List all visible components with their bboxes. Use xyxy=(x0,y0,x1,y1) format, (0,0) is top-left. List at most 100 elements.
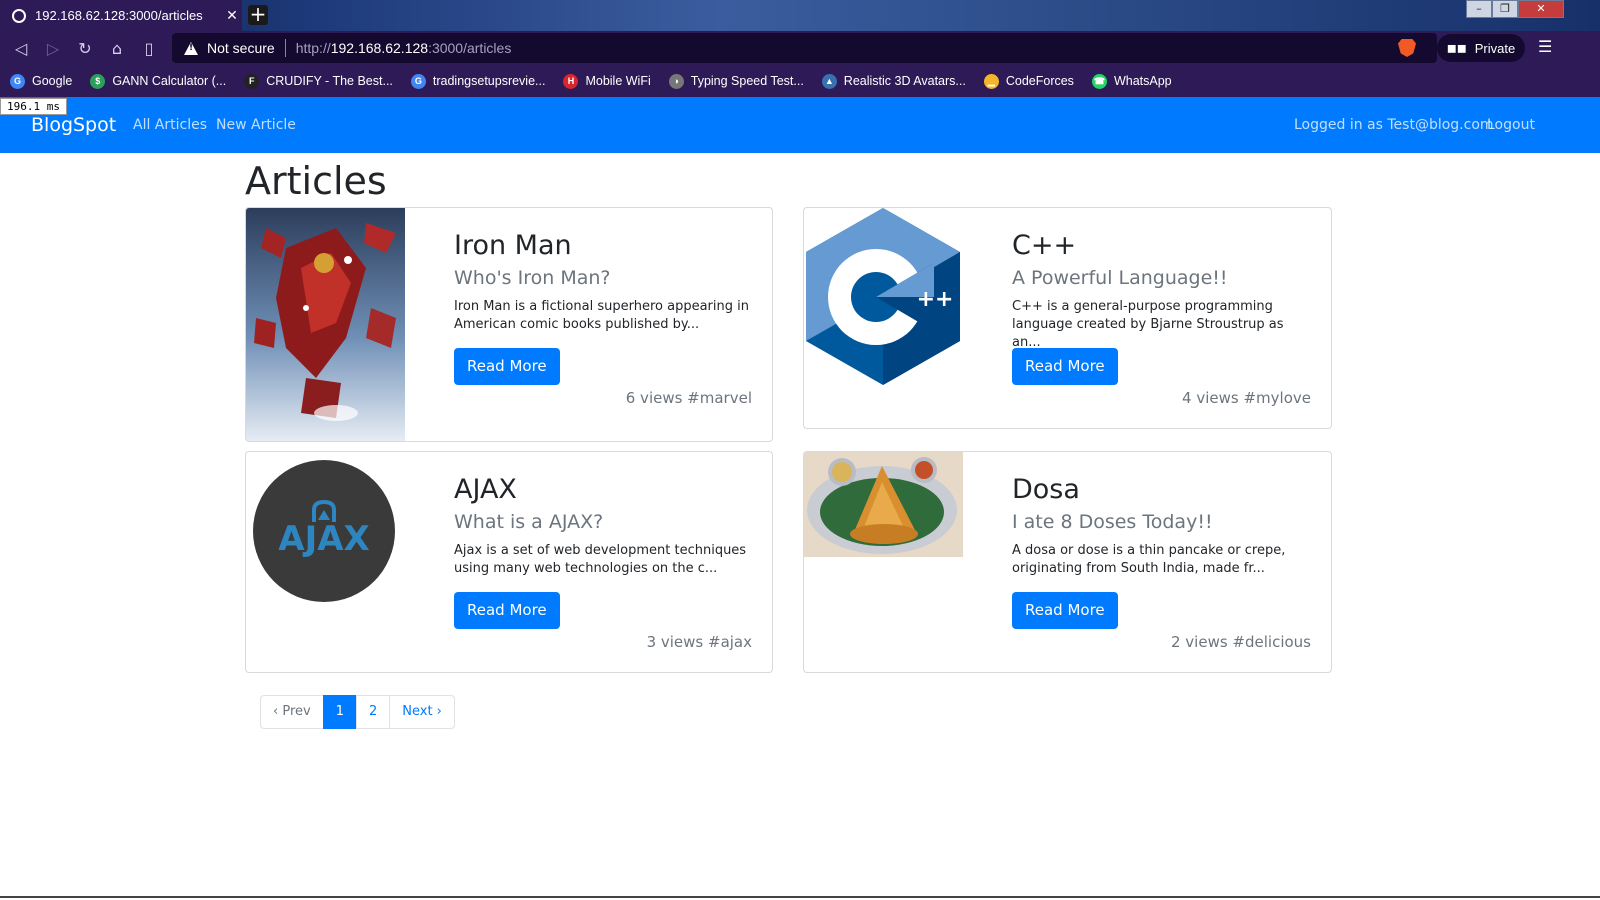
card-title: Dosa xyxy=(1012,474,1080,505)
globe-icon xyxy=(12,8,26,23)
restore-icon[interactable]: ❐ xyxy=(1492,0,1518,18)
hamburger-menu-icon[interactable]: ☰ xyxy=(1538,37,1552,56)
bookmark-item[interactable]: ☎ WhatsApp xyxy=(1091,73,1172,89)
url-text[interactable]: http://192.168.62.128:3000/articles xyxy=(296,40,512,56)
bookmark-favicon-icon: ☎ xyxy=(1091,73,1107,89)
new-tab-button[interactable]: + xyxy=(248,4,268,25)
pagination: ‹ Prev 1 2 Next › xyxy=(260,695,455,729)
card-body: C++ A Powerful Language!! C++ is a gener… xyxy=(1012,230,1311,385)
pagination-page-1[interactable]: 1 xyxy=(322,695,357,729)
article-card: Dosa I ate 8 Doses Today!! A dosa or dos… xyxy=(803,451,1332,673)
read-more-button[interactable]: Read More xyxy=(1012,592,1118,629)
bookmark-label: tradingsetupsrevie... xyxy=(432,74,546,88)
bookmark-item[interactable]: ▁ CodeForces xyxy=(983,73,1074,89)
pagination-next[interactable]: Next › xyxy=(389,695,455,729)
bookmark-favicon-icon: ◑ xyxy=(668,73,684,89)
read-more-button[interactable]: Read More xyxy=(454,348,560,385)
window-controls: – ❐ ✕ xyxy=(1466,0,1564,18)
perf-timing-badge: 196.1 ms xyxy=(0,98,67,115)
article-card: Iron Man Who's Iron Man? Iron Man is a f… xyxy=(245,207,773,442)
forward-icon[interactable]: ▷ xyxy=(37,32,69,64)
bookmark-item[interactable]: F CRUDIFY - The Best... xyxy=(244,73,393,89)
logged-in-user: Logged in as Test@blog.com xyxy=(1294,117,1494,133)
pagination-prev[interactable]: ‹ Prev xyxy=(260,695,324,729)
card-views-tag: 2 views #delicious xyxy=(1170,633,1311,651)
card-subtitle: A Powerful Language!! xyxy=(1012,267,1228,289)
window-close-icon[interactable]: ✕ xyxy=(1518,0,1564,18)
card-views-tag: 3 views #ajax xyxy=(646,633,752,651)
home-icon[interactable]: ⌂ xyxy=(101,32,133,64)
bookmark-label: CRUDIFY - The Best... xyxy=(266,74,393,88)
bookmark-label: Mobile WiFi xyxy=(585,74,651,88)
read-more-button[interactable]: Read More xyxy=(454,592,560,629)
minimize-icon[interactable]: – xyxy=(1466,0,1492,18)
private-label: Private xyxy=(1474,40,1516,56)
article-card: AJAX AJAX What is a AJAX? Ajax is a set … xyxy=(245,451,773,673)
bookmark-label: Typing Speed Test... xyxy=(690,74,804,88)
card-body: Dosa I ate 8 Doses Today!! A dosa or dos… xyxy=(1012,474,1311,629)
logout-link[interactable]: Logout xyxy=(1487,117,1535,133)
iron-man-image xyxy=(246,208,405,441)
bookmark-favicon-icon: $ xyxy=(90,73,106,89)
back-icon[interactable]: ◁ xyxy=(5,32,37,64)
bookmark-favicon-icon: ▲ xyxy=(821,73,837,89)
card-excerpt: C++ is a general-purpose programming lan… xyxy=(1012,299,1284,350)
bookmark-favicon-icon: ▁ xyxy=(983,73,999,89)
private-window-button[interactable]: ◼◼ Private xyxy=(1437,34,1525,62)
reload-icon[interactable]: ↻ xyxy=(69,32,101,64)
article-card: ++ C++ A Powerful Language!! C++ is a ge… xyxy=(803,207,1332,429)
nav-all-articles[interactable]: All Articles xyxy=(133,117,207,133)
bookmark-item[interactable]: H Mobile WiFi xyxy=(563,73,651,89)
read-more-button[interactable]: Read More xyxy=(1012,348,1118,385)
card-body: AJAX What is a AJAX? Ajax is a set of we… xyxy=(454,474,752,629)
browser-tab[interactable]: 192.168.62.128:3000/articles ✕ xyxy=(0,0,242,31)
window-bottom-border xyxy=(0,896,1600,898)
not-secure-label[interactable]: Not secure xyxy=(207,40,275,56)
bookmark-label: Realistic 3D Avatars... xyxy=(843,74,966,88)
ajax-logo-text: AJAX xyxy=(278,519,370,559)
cpp-logo-plus-text: ++ xyxy=(917,287,954,312)
bookmark-icon[interactable]: ▯ xyxy=(133,32,165,64)
card-body: Iron Man Who's Iron Man? Iron Man is a f… xyxy=(454,230,752,385)
card-subtitle: Who's Iron Man? xyxy=(454,267,611,289)
bookmark-item[interactable]: $ GANN Calculator (... xyxy=(90,73,227,89)
bookmark-label: WhatsApp xyxy=(1113,74,1172,88)
card-excerpt: A dosa or dose is a thin pancake or crep… xyxy=(1012,543,1286,576)
cpp-logo: ++ xyxy=(804,208,963,386)
bookmark-item[interactable]: ◑ Typing Speed Test... xyxy=(668,73,804,89)
card-views-tag: 4 views #mylove xyxy=(1182,389,1311,407)
browser-titlebar: 192.168.62.128:3000/articles ✕ + – ❐ ✕ xyxy=(0,0,1600,31)
bookmark-favicon-icon: G xyxy=(410,73,426,89)
private-glasses-icon: ◼◼ xyxy=(1446,41,1467,55)
bookmark-label: CodeForces xyxy=(1005,74,1074,88)
bookmark-item[interactable]: G Google xyxy=(10,73,73,89)
card-subtitle: I ate 8 Doses Today!! xyxy=(1012,511,1213,533)
ajax-logo: AJAX xyxy=(246,452,405,672)
address-bar[interactable]: Not secure http://192.168.62.128:3000/ar… xyxy=(172,33,1437,63)
bookmark-favicon-icon: G xyxy=(10,73,25,89)
bookmark-item[interactable]: Gtradingsetupsrevie... xyxy=(410,73,546,89)
nav-new-article[interactable]: New Article xyxy=(216,117,296,133)
close-tab-icon[interactable]: ✕ xyxy=(222,8,242,24)
bookmark-item[interactable]: ▲ Realistic 3D Avatars... xyxy=(821,73,966,89)
card-subtitle: What is a AJAX? xyxy=(454,511,604,533)
card-title: C++ xyxy=(1012,230,1077,261)
dosa-image xyxy=(804,452,963,557)
bookmark-label: Google xyxy=(32,74,73,88)
card-excerpt: Iron Man is a fictional superhero appear… xyxy=(454,299,749,332)
app-navbar: BlogSpot All Articles New Article Logged… xyxy=(0,97,1600,153)
url-separator xyxy=(284,39,286,57)
page-title: Articles xyxy=(245,159,387,203)
browser-toolbar: ◁ ▷ ↻ ⌂ ▯ Not secure http://192.168.62.1… xyxy=(0,31,1600,65)
bookmark-label: GANN Calculator (... xyxy=(112,74,227,88)
bookmark-favicon-icon: H xyxy=(563,73,579,89)
card-views-tag: 6 views #marvel xyxy=(625,389,752,407)
brand-link[interactable]: BlogSpot xyxy=(31,114,116,136)
tab-title: 192.168.62.128:3000/articles xyxy=(35,8,203,23)
card-excerpt: Ajax is a set of web development techniq… xyxy=(454,543,747,576)
bookmarks-bar: G Google $ GANN Calculator (... F CRUDIFY - T… xyxy=(0,65,1600,97)
card-title: Iron Man xyxy=(454,230,572,261)
bookmark-favicon-icon: F xyxy=(244,73,260,89)
card-title: AJAX xyxy=(454,474,517,505)
pagination-page-2[interactable]: 2 xyxy=(355,695,391,729)
